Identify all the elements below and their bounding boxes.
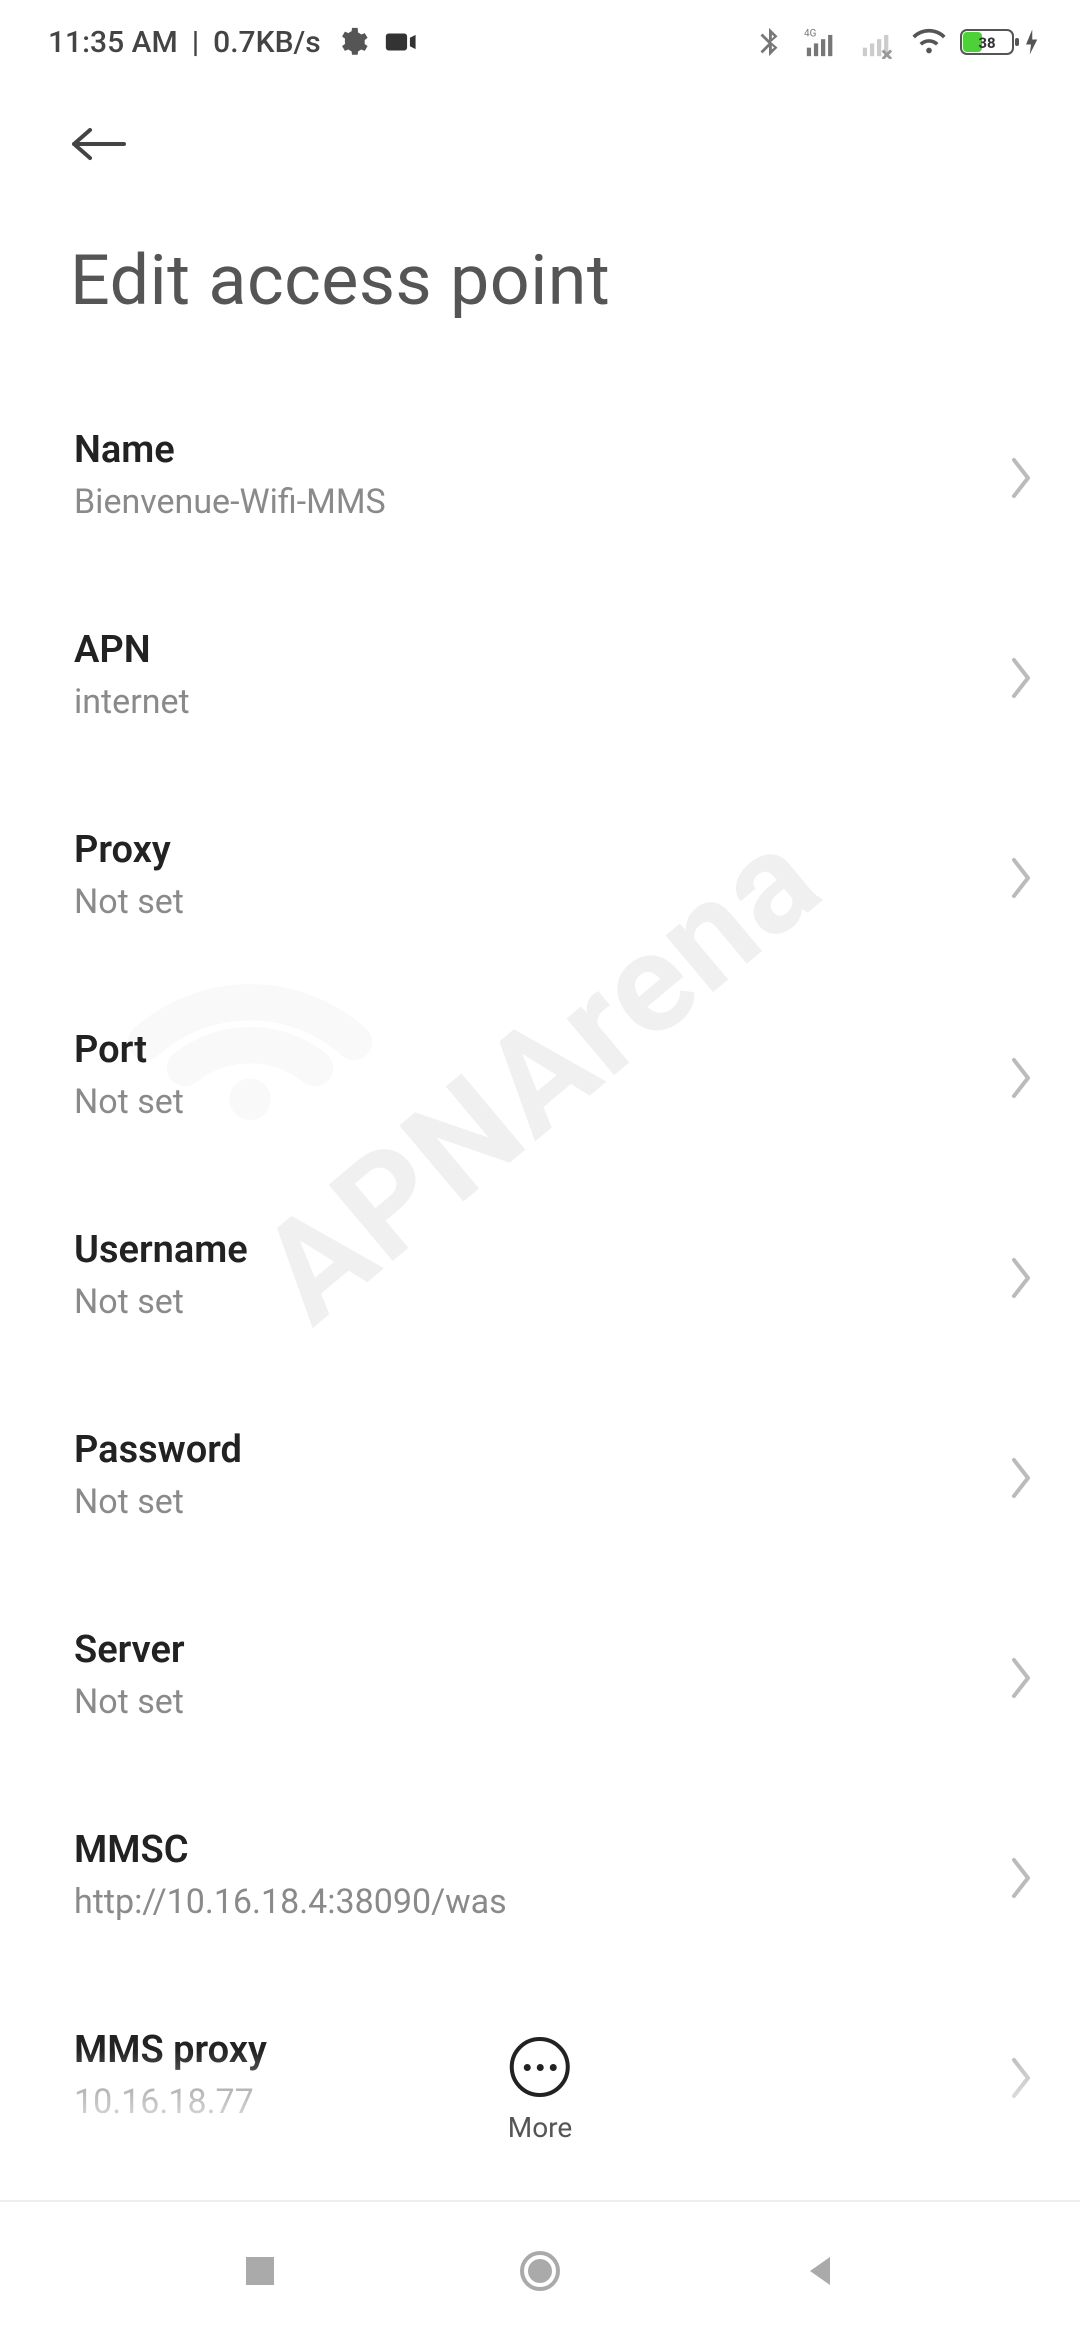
nav-back-button[interactable] bbox=[797, 2248, 843, 2294]
back-button[interactable] bbox=[70, 120, 138, 168]
row-label: Proxy bbox=[74, 828, 984, 872]
chevron-right-icon bbox=[1010, 856, 1034, 900]
svg-text:4G: 4G bbox=[804, 28, 817, 39]
square-icon bbox=[242, 2253, 278, 2289]
signal-nosim-icon bbox=[856, 25, 898, 59]
battery-percent-text: 38 bbox=[978, 34, 995, 52]
status-data-rate: 0.7KB/s bbox=[213, 25, 320, 60]
row-apn[interactable]: APN internet bbox=[0, 578, 1080, 778]
row-label: MMSC bbox=[74, 1828, 984, 1872]
row-name[interactable]: Name Bienvenue-Wifi-MMS bbox=[0, 378, 1080, 578]
chevron-right-icon bbox=[1010, 1056, 1034, 1100]
status-separator: | bbox=[192, 25, 199, 60]
row-username[interactable]: Username Not set bbox=[0, 1178, 1080, 1378]
row-proxy[interactable]: Proxy Not set bbox=[0, 778, 1080, 978]
nav-home-button[interactable] bbox=[517, 2248, 563, 2294]
status-right: 4G 38 bbox=[752, 25, 1040, 59]
row-value: http://10.16.18.4:38090/was bbox=[74, 1882, 984, 1922]
triangle-left-icon bbox=[802, 2253, 838, 2289]
battery-indicator: 38 bbox=[960, 27, 1040, 57]
status-left: 11:35 AM | 0.7KB/s bbox=[48, 25, 417, 60]
chevron-right-icon bbox=[1010, 1856, 1034, 1900]
row-mmsc[interactable]: MMSC http://10.16.18.4:38090/was bbox=[0, 1778, 1080, 1978]
gear-icon bbox=[335, 25, 369, 59]
row-value: Not set bbox=[74, 1082, 984, 1122]
row-value: Not set bbox=[74, 1282, 984, 1322]
row-label: APN bbox=[74, 628, 984, 672]
row-value: Bienvenue-Wifi-MMS bbox=[74, 482, 984, 522]
wifi-icon bbox=[912, 25, 946, 59]
more-label: More bbox=[508, 2111, 573, 2144]
chevron-right-icon bbox=[1010, 2056, 1034, 2100]
signal-4g-icon: 4G bbox=[800, 25, 842, 59]
row-label: Username bbox=[74, 1228, 984, 1272]
bluetooth-icon bbox=[752, 25, 786, 59]
row-label: Name bbox=[74, 428, 984, 472]
charging-icon bbox=[1022, 27, 1040, 57]
page-title: Edit access point bbox=[70, 240, 1010, 322]
row-server[interactable]: Server Not set bbox=[0, 1578, 1080, 1778]
row-port[interactable]: Port Not set bbox=[0, 978, 1080, 1178]
row-value: Not set bbox=[74, 882, 984, 922]
video-camera-icon bbox=[383, 25, 417, 59]
back-arrow-icon bbox=[70, 125, 128, 163]
circle-icon bbox=[518, 2249, 562, 2293]
row-label: Server bbox=[74, 1628, 984, 1672]
nav-bar bbox=[0, 2200, 1080, 2340]
row-label: Password bbox=[74, 1428, 984, 1472]
nav-recent-button[interactable] bbox=[237, 2248, 283, 2294]
more-action[interactable]: More bbox=[508, 2037, 573, 2144]
row-label: Port bbox=[74, 1028, 984, 1072]
row-value: Not set bbox=[74, 1482, 984, 1522]
row-password[interactable]: Password Not set bbox=[0, 1378, 1080, 1578]
chevron-right-icon bbox=[1010, 1656, 1034, 1700]
row-value: internet bbox=[74, 682, 984, 722]
header: Edit access point bbox=[0, 84, 1080, 362]
status-time: 11:35 AM bbox=[48, 25, 178, 60]
chevron-right-icon bbox=[1010, 1256, 1034, 1300]
chevron-right-icon bbox=[1010, 456, 1034, 500]
chevron-right-icon bbox=[1010, 1456, 1034, 1500]
chevron-right-icon bbox=[1010, 656, 1034, 700]
row-value: Not set bbox=[74, 1682, 984, 1722]
settings-list: Name Bienvenue-Wifi-MMS APN internet Pro… bbox=[0, 362, 1080, 2178]
more-icon bbox=[510, 2037, 570, 2097]
status-bar: 11:35 AM | 0.7KB/s 4G bbox=[0, 0, 1080, 84]
